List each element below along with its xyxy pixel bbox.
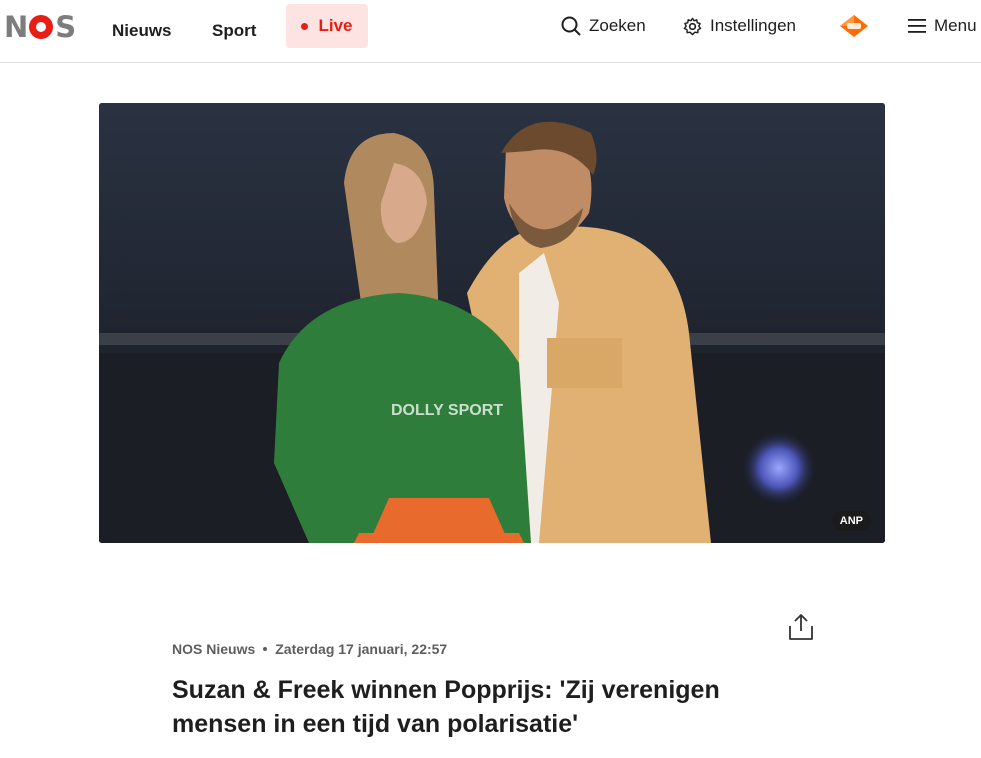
- settings-button[interactable]: Instellingen: [683, 0, 796, 52]
- article-meta: NOS Nieuws Zaterdag 17 januari, 22:57: [172, 641, 447, 657]
- top-navigation-bar: NS Nieuws Sport Live Zoeken Instellingen…: [0, 0, 981, 63]
- search-icon: [561, 16, 581, 36]
- hero-image: DOLLY SPORT ANP: [99, 103, 885, 543]
- nos-logo[interactable]: NS: [4, 12, 76, 42]
- nav-link-nieuws[interactable]: Nieuws: [112, 0, 172, 62]
- hero-photo: DOLLY SPORT: [99, 103, 885, 543]
- settings-label: Instellingen: [710, 16, 797, 35]
- share-icon[interactable]: [788, 613, 814, 641]
- npo-start-icon[interactable]: [836, 14, 872, 38]
- live-dot-icon: [301, 22, 309, 30]
- shirt-print: DOLLY SPORT: [391, 402, 503, 419]
- article-date: Zaterdag 17 januari, 22:57: [275, 641, 448, 657]
- article-headline: Suzan & Freek winnen Popprijs: 'Zij vere…: [172, 676, 720, 738]
- search-label: Zoeken: [589, 16, 646, 35]
- photo-credit-badge: ANP: [831, 511, 871, 531]
- live-button[interactable]: Live: [286, 4, 368, 48]
- live-label: Live: [318, 16, 353, 35]
- hamburger-icon: [908, 19, 926, 33]
- gear-icon: [683, 17, 702, 35]
- menu-label: Menu: [934, 16, 977, 35]
- menu-button[interactable]: Menu: [908, 0, 977, 52]
- article-source[interactable]: NOS Nieuws: [172, 641, 255, 657]
- separator-dot-icon: [263, 647, 268, 651]
- nav-link-sport[interactable]: Sport: [212, 0, 256, 62]
- search-button[interactable]: Zoeken: [561, 0, 646, 52]
